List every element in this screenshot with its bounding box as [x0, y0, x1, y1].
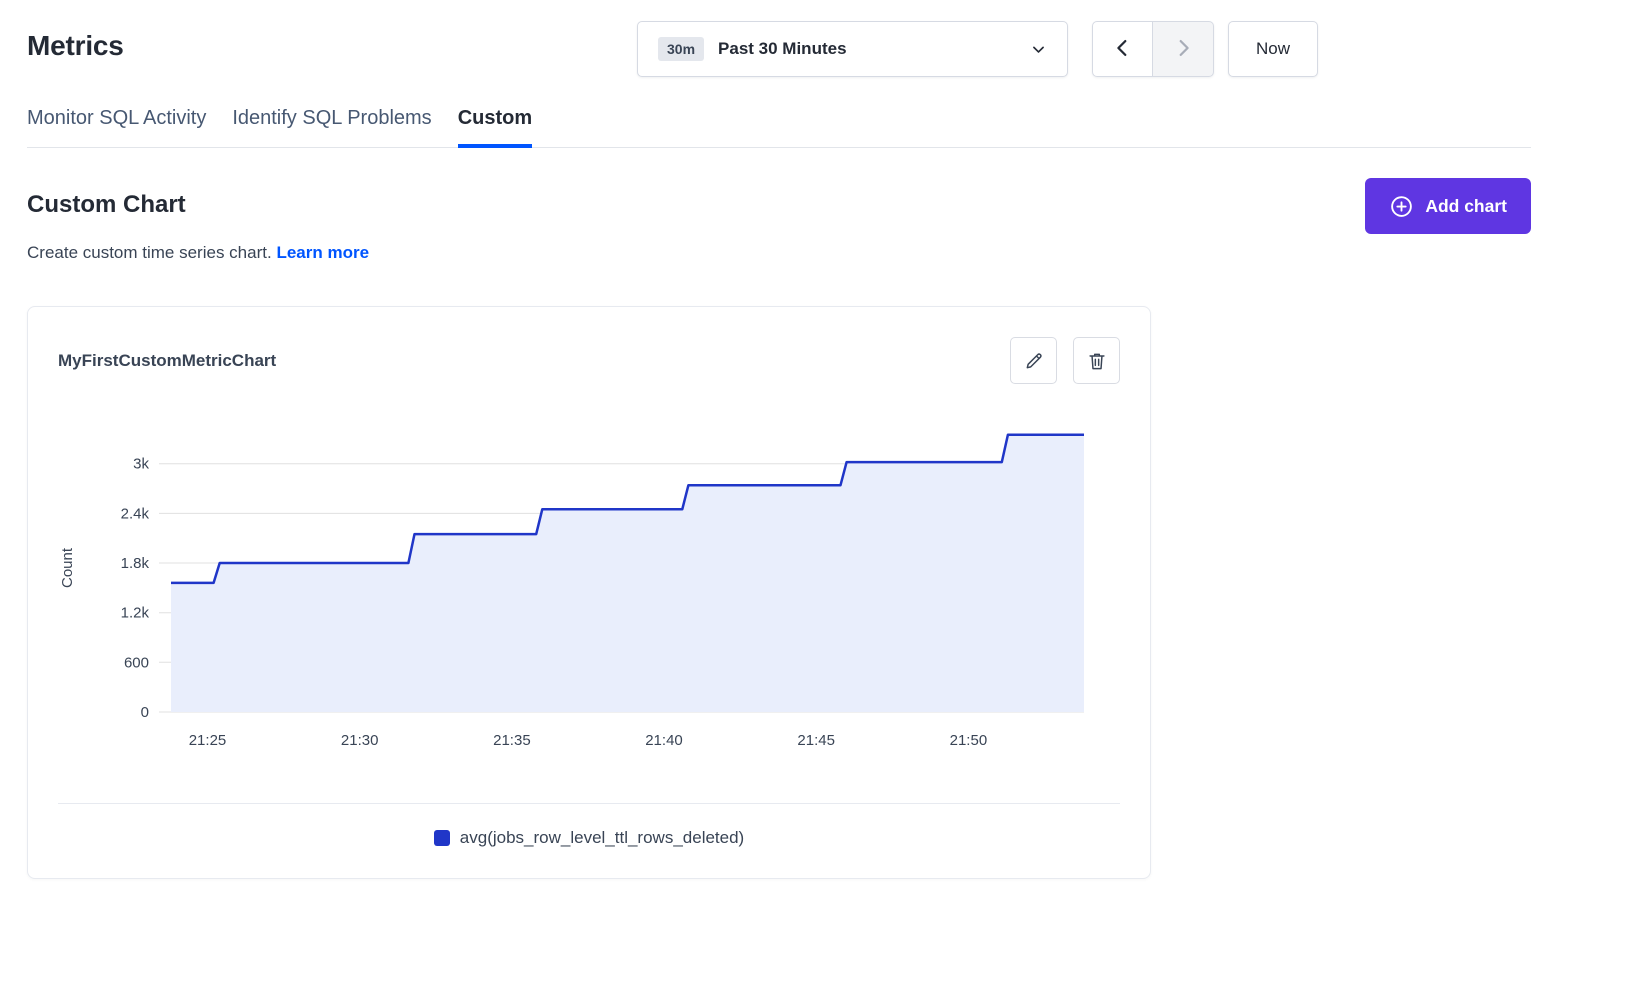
y-tick-label: 2.4k: [121, 505, 150, 522]
x-tick-label: 21:50: [950, 732, 988, 749]
time-controls: 30m Past 30 Minutes Now: [637, 21, 1318, 77]
y-tick-label: 600: [124, 654, 149, 671]
time-next-button[interactable]: [1153, 21, 1214, 77]
delete-chart-button[interactable]: [1073, 337, 1120, 384]
add-chart-label: Add chart: [1425, 196, 1507, 217]
x-tick-label: 21:40: [645, 732, 683, 749]
tab-bar: Monitor SQL Activity Identify SQL Proble…: [27, 105, 1531, 148]
legend-label: avg(jobs_row_level_ttl_rows_deleted): [460, 828, 744, 848]
metrics-page: Metrics 30m Past 30 Minutes: [27, 0, 1531, 879]
y-tick-label: 3k: [133, 456, 149, 473]
x-tick-label: 21:45: [797, 732, 835, 749]
legend-swatch: [434, 830, 450, 846]
section-subtitle: Create custom time series chart. Learn m…: [27, 243, 369, 263]
tab-custom[interactable]: Custom: [458, 105, 532, 147]
now-button[interactable]: Now: [1228, 21, 1318, 77]
time-range-badge: 30m: [658, 37, 704, 61]
area-series: [171, 435, 1084, 712]
add-chart-button[interactable]: Add chart: [1365, 178, 1531, 234]
learn-more-link[interactable]: Learn more: [276, 243, 369, 262]
edit-chart-button[interactable]: [1010, 337, 1057, 384]
custom-chart-section-header: Custom Chart Create custom time series c…: [27, 178, 1531, 263]
tab-identify-sql-problems[interactable]: Identify SQL Problems: [232, 105, 431, 147]
time-nav-arrows: [1092, 21, 1214, 77]
section-subtitle-text: Create custom time series chart.: [27, 243, 272, 262]
pencil-icon: [1023, 350, 1045, 372]
y-axis-label: Count: [59, 547, 76, 588]
section-text: Custom Chart Create custom time series c…: [27, 178, 369, 263]
chevron-down-icon: [1030, 41, 1047, 58]
chevron-right-icon: [1172, 37, 1194, 62]
legend-divider: [58, 803, 1120, 804]
y-tick-label: 0: [141, 704, 149, 721]
chevron-left-icon: [1112, 37, 1134, 62]
chart-title: MyFirstCustomMetricChart: [58, 351, 276, 371]
y-tick-label: 1.2k: [121, 605, 150, 622]
x-tick-label: 21:25: [189, 732, 227, 749]
x-tick-label: 21:35: [493, 732, 531, 749]
chart-actions: [1010, 337, 1120, 384]
x-tick-label: 21:30: [341, 732, 379, 749]
time-range-label: Past 30 Minutes: [718, 39, 847, 59]
time-series-chart: 0 600 1.2k 1.8k 2.4k 3k 21:25 21:30 21:35 21:40 21…: [58, 410, 1122, 758]
topbar: Metrics 30m Past 30 Minutes: [27, 0, 1531, 105]
plus-circle-icon: [1389, 194, 1414, 219]
y-tick-label: 1.8k: [121, 555, 150, 572]
custom-chart-card: MyFirstCustomMetricChart 0 600 1.2k 1.8k 2.4…: [27, 306, 1151, 879]
time-prev-button[interactable]: [1092, 21, 1153, 77]
chart-legend: avg(jobs_row_level_ttl_rows_deleted): [58, 828, 1120, 848]
section-title: Custom Chart: [27, 191, 369, 219]
tab-monitor-sql-activity[interactable]: Monitor SQL Activity: [27, 105, 206, 147]
chart-card-header: MyFirstCustomMetricChart: [58, 337, 1120, 384]
page-title: Metrics: [27, 30, 124, 62]
time-range-dropdown[interactable]: 30m Past 30 Minutes: [637, 21, 1068, 77]
trash-icon: [1086, 350, 1108, 372]
